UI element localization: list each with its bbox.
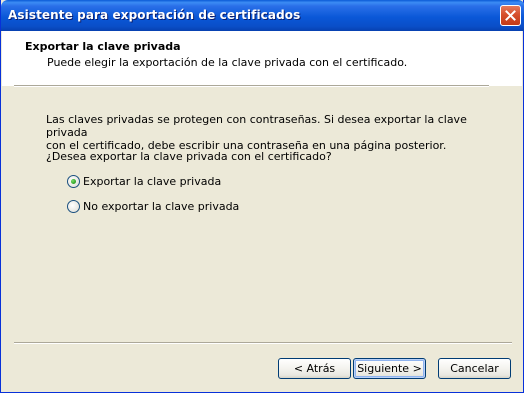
window-title: Asistente para exportación de certificad… [8, 8, 301, 22]
radio-label[interactable]: Exportar la clave privada [83, 175, 221, 188]
back-button[interactable]: < Atrás [278, 358, 351, 379]
info-paragraph: Las claves privadas se protegen con cont… [46, 113, 476, 152]
info-paragraph-line: Las claves privadas se protegen con cont… [46, 113, 467, 139]
export-question: ¿Desea exportar la clave privada con el … [46, 150, 332, 163]
radio-selected-dot [71, 178, 76, 184]
next-button[interactable]: Siguiente > [353, 358, 426, 379]
radio-no-export-private-key[interactable]: No exportar la clave privada [67, 198, 239, 214]
radio-export-private-key[interactable]: Exportar la clave privada [67, 173, 221, 189]
header-divider [14, 85, 489, 87]
page-subtitle: Puede elegir la exportación de la clave … [47, 56, 408, 69]
page-title: Exportar la clave privada [25, 40, 181, 53]
close-icon [505, 10, 516, 21]
title-bar[interactable]: Asistente para exportación de certificad… [1, 0, 524, 31]
close-button[interactable] [500, 5, 521, 26]
footer-divider [14, 342, 512, 344]
cancel-button[interactable]: Cancelar [438, 358, 511, 379]
radio-label[interactable]: No exportar la clave privada [83, 200, 239, 213]
wizard-window: Asistente para exportación de certificad… [0, 0, 524, 393]
radio-button-unchecked[interactable] [67, 199, 80, 213]
wizard-header: Exportar la clave privada Puede elegir l… [2, 31, 522, 86]
radio-button-checked[interactable] [67, 174, 80, 188]
